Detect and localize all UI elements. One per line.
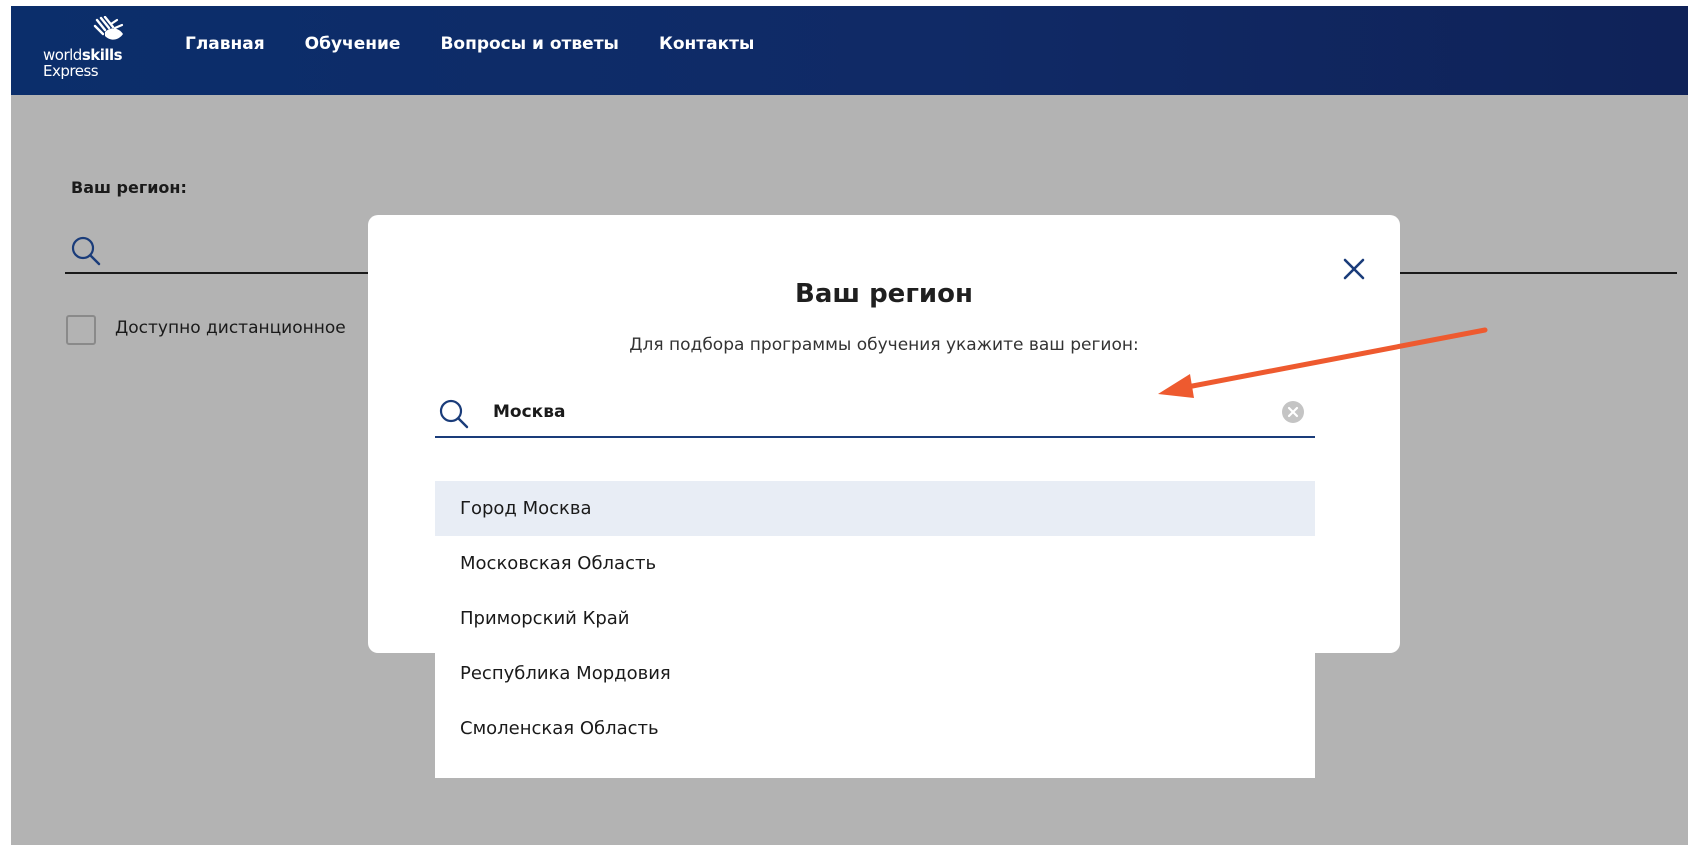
suggestion-item-smolensk-oblast[interactable]: Смоленская Область xyxy=(435,701,1315,756)
suggestion-item-primorsky-krai[interactable]: Приморский Край xyxy=(435,591,1315,646)
region-search-input[interactable] xyxy=(493,396,1253,428)
nav-item-faq[interactable]: Вопросы и ответы xyxy=(440,34,618,54)
search-icon xyxy=(439,399,469,429)
search-icon xyxy=(71,236,101,266)
remote-learning-checkbox[interactable] xyxy=(66,315,96,345)
site-header: worldskills Express Главная Обучение Воп… xyxy=(11,6,1688,95)
nav-item-home[interactable]: Главная xyxy=(185,34,265,54)
remote-learning-label: Доступно дистанционное xyxy=(115,318,346,338)
modal-title: Ваш регион xyxy=(795,279,973,309)
suggestion-item-moscow-city[interactable]: Город Москва xyxy=(435,481,1315,536)
nav-item-contacts[interactable]: Контакты xyxy=(659,34,754,54)
region-label: Ваш регион: xyxy=(71,178,187,197)
skills-hands-icon xyxy=(93,16,124,40)
region-suggestions-list: Город Москва Московская Область Приморск… xyxy=(435,467,1315,778)
logo-subtitle: Express xyxy=(43,62,99,80)
nav-item-training[interactable]: Обучение xyxy=(305,34,401,54)
clear-circle-icon[interactable] xyxy=(1281,400,1305,424)
worldskills-logo[interactable]: worldskills Express xyxy=(43,16,153,86)
annotation-arrow-icon xyxy=(1158,327,1488,398)
suggestion-item-moscow-oblast[interactable]: Московская Область xyxy=(435,536,1315,591)
suggestion-item-mordovia[interactable]: Республика Мордовия xyxy=(435,646,1315,701)
main-nav: Главная Обучение Вопросы и ответы Контак… xyxy=(185,34,754,54)
